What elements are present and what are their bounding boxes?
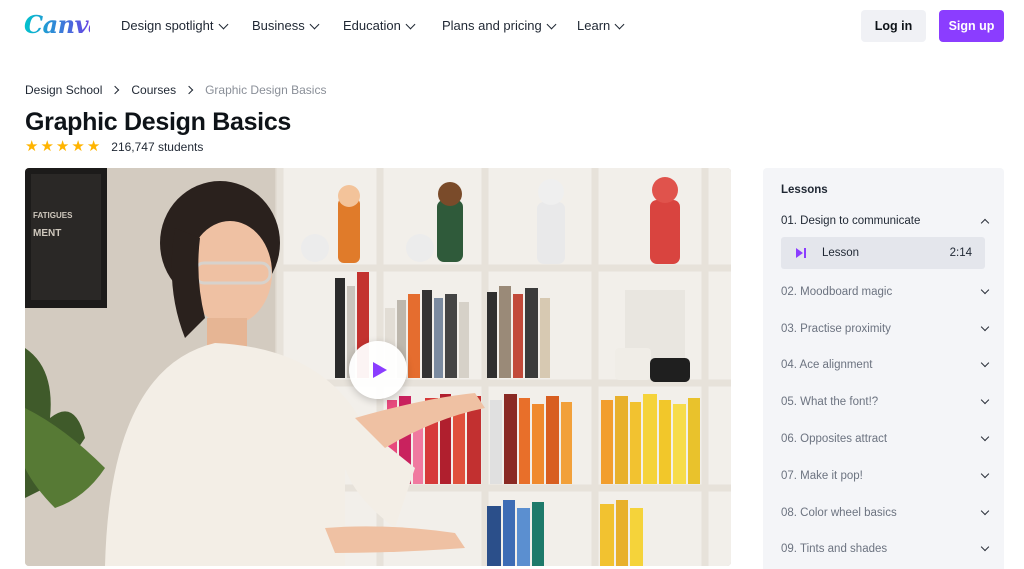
chevron-down-icon	[980, 542, 990, 552]
svg-text:FATIGUES: FATIGUES	[33, 211, 73, 220]
play-button[interactable]	[349, 341, 407, 399]
lesson-item-05[interactable]: 05. What the font!?	[781, 391, 991, 413]
chevron-down-icon	[309, 19, 320, 29]
chevron-down-icon	[546, 19, 557, 29]
nav-business[interactable]: Business	[252, 17, 320, 35]
chevron-up-icon	[980, 218, 990, 227]
canva-logo-mark: Canva	[24, 10, 104, 39]
nav-label: Plans and pricing	[442, 18, 542, 33]
star-icon: ★	[86, 138, 101, 155]
star-icon: ★	[25, 138, 39, 155]
nav-label: Education	[343, 18, 401, 33]
nav-label: Business	[252, 18, 305, 33]
svg-text:MENT: MENT	[33, 228, 61, 239]
star-rating: ★ ★ ★ ★ ★	[25, 138, 101, 155]
signup-button[interactable]: Sign up	[939, 10, 1004, 42]
nav-plans-and-pricing[interactable]: Plans and pricing	[442, 17, 557, 35]
chevron-down-icon	[405, 19, 416, 29]
lesson-label: 06. Opposites attract	[781, 433, 888, 445]
chevron-down-icon	[614, 19, 625, 29]
lesson-label: 07. Make it pop!	[781, 470, 863, 482]
lesson-item-01[interactable]: 01. Design to communicate	[781, 210, 991, 232]
chevron-down-icon	[218, 19, 228, 29]
chevron-down-icon	[980, 322, 990, 332]
lesson-label: 02. Moodboard magic	[781, 286, 893, 298]
lesson-label: 04. Ace alignment	[781, 359, 873, 371]
lesson-label: 05. What the font!?	[781, 396, 879, 408]
lesson-item-06[interactable]: 06. Opposites attract	[781, 428, 991, 450]
page-title: Graphic Design Basics	[25, 108, 292, 136]
chevron-right-icon	[184, 85, 194, 95]
lesson-item-08[interactable]: 08. Color wheel basics	[781, 502, 991, 524]
sublesson-active[interactable]: Lesson 2:14	[781, 237, 985, 269]
nav-education[interactable]: Education	[343, 17, 416, 35]
nav-learn[interactable]: Learn	[577, 17, 625, 35]
breadcrumb-current: Graphic Design Basics	[205, 83, 327, 97]
logo-text: Canva	[24, 10, 90, 39]
lesson-item-04[interactable]: 04. Ace alignment	[781, 354, 991, 376]
lessons-heading: Lessons	[781, 184, 828, 196]
nav-label: Design spotlight	[121, 18, 214, 33]
chevron-down-icon	[980, 395, 990, 405]
lesson-label: 09. Tints and shades	[781, 543, 888, 555]
play-next-icon	[796, 248, 806, 258]
lesson-item-07[interactable]: 07. Make it pop!	[781, 465, 991, 487]
lesson-label: 03. Practise proximity	[781, 323, 891, 335]
chevron-down-icon	[980, 358, 990, 368]
sublesson-label: Lesson	[822, 247, 860, 259]
star-icon: ★	[55, 138, 70, 155]
chevron-down-icon	[980, 506, 990, 516]
chevron-down-icon	[980, 285, 990, 295]
login-button[interactable]: Log in	[861, 10, 926, 42]
lesson-item-02[interactable]: 02. Moodboard magic	[781, 281, 991, 303]
play-icon	[373, 362, 387, 378]
nav-design-spotlight[interactable]: Design spotlight	[121, 17, 228, 35]
student-count: 216,747 students	[111, 140, 204, 154]
canva-logo[interactable]: Canva	[24, 8, 104, 51]
breadcrumb-courses[interactable]: Courses	[131, 82, 176, 98]
breadcrumb: Design School Courses Graphic Design Bas…	[25, 82, 326, 98]
nav-label: Learn	[577, 18, 611, 33]
breadcrumb-design-school[interactable]: Design School	[25, 82, 102, 98]
star-icon: ★	[71, 138, 85, 155]
lessons-panel: Lessons 01. Design to communicate Lesson…	[763, 168, 1004, 569]
top-navigation: Canva Design spotlight Business Educatio…	[0, 0, 1024, 52]
lesson-item-03[interactable]: 03. Practise proximity	[781, 318, 991, 340]
lesson-item-09[interactable]: 09. Tints and shades	[781, 538, 991, 560]
chevron-down-icon	[980, 432, 990, 442]
chevron-down-icon	[980, 469, 990, 479]
chevron-right-icon	[111, 85, 120, 95]
course-rating: ★ ★ ★ ★ ★ 216,747 students	[25, 138, 204, 155]
video-player[interactable]: FATIGUES MENT	[25, 168, 731, 566]
lesson-label: 08. Color wheel basics	[781, 507, 897, 519]
star-icon: ★	[40, 138, 54, 155]
lesson-label: 01. Design to communicate	[781, 215, 921, 227]
sublesson-duration: 2:14	[949, 247, 972, 259]
